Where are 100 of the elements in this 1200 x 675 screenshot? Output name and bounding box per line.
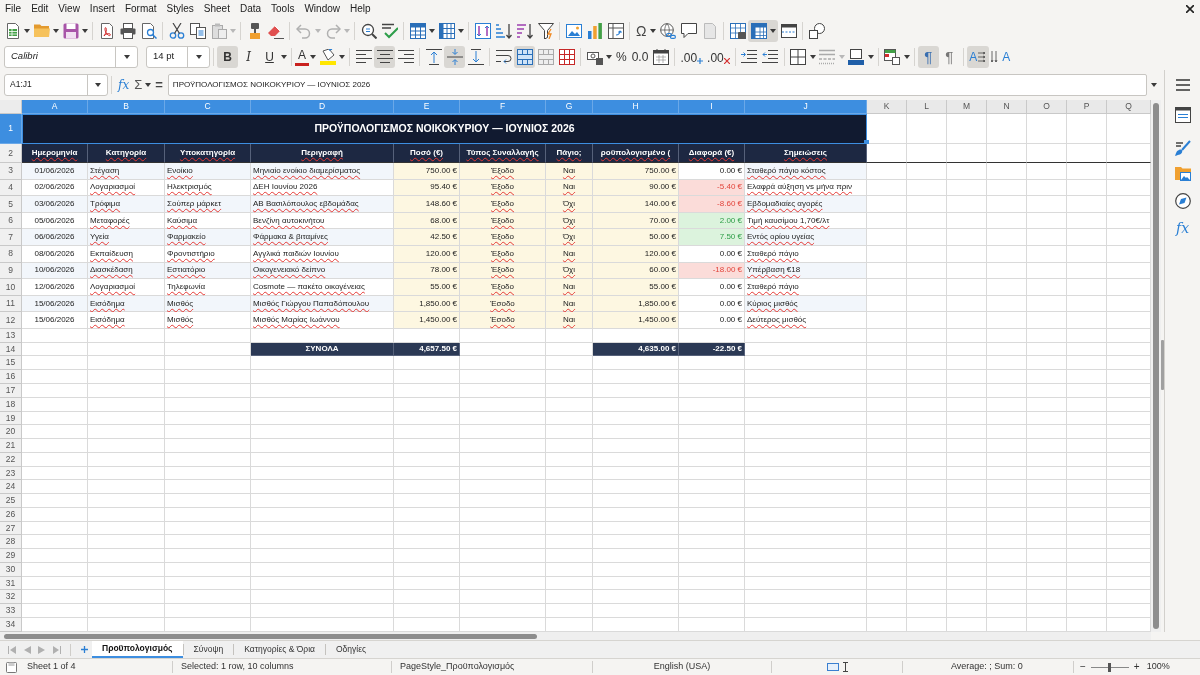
horizontal-scrollbar[interactable] bbox=[0, 632, 1151, 640]
name-box[interactable]: A1:J1 bbox=[4, 73, 108, 96]
caret-icon[interactable] bbox=[24, 28, 30, 33]
column-header[interactable]: L bbox=[907, 100, 947, 114]
table-columns-icon[interactable] bbox=[438, 22, 455, 39]
menu-item[interactable]: Sheet bbox=[203, 4, 230, 14]
caret-icon[interactable] bbox=[458, 28, 464, 33]
formula-input[interactable]: ΠΡΟΫΠΟΛΟΓΙΣΜΟΣ ΝΟΙΚΟΚΥΡΙΟΥ — ΙΟΥΝΙΟΣ 2026 bbox=[167, 73, 1147, 96]
text-cursor-icon[interactable] bbox=[842, 662, 848, 672]
menu-item[interactable]: Edit bbox=[31, 4, 49, 14]
caret-icon[interactable] bbox=[867, 54, 874, 59]
freeze-icon[interactable] bbox=[750, 22, 767, 39]
sidebar-handle[interactable] bbox=[1161, 340, 1164, 390]
row-header[interactable]: 17 bbox=[0, 384, 22, 398]
row-header[interactable]: 33 bbox=[0, 604, 22, 618]
cross-icon[interactable] bbox=[723, 57, 730, 64]
pdf-export-icon[interactable] bbox=[98, 22, 115, 39]
formula-button[interactable]: = bbox=[152, 73, 166, 96]
menu-item[interactable]: File bbox=[5, 4, 22, 14]
zoom-in-button[interactable]: + bbox=[1133, 662, 1140, 672]
caret-icon[interactable] bbox=[145, 82, 152, 87]
row-header[interactable]: 24 bbox=[0, 480, 22, 495]
row-header[interactable]: 28 bbox=[0, 535, 22, 550]
menu-item[interactable]: View bbox=[58, 4, 80, 14]
unmerge-cells-icon[interactable] bbox=[558, 48, 575, 65]
sheet-tab[interactable]: Οδηγίες bbox=[326, 641, 377, 658]
column-header[interactable]: N bbox=[987, 100, 1027, 114]
row-header[interactable]: 21 bbox=[0, 439, 22, 453]
caret-icon[interactable] bbox=[281, 54, 287, 59]
caret-icon[interactable] bbox=[809, 54, 816, 59]
scrollbar-thumb[interactable] bbox=[4, 633, 537, 639]
decrease-indent-icon[interactable] bbox=[762, 48, 779, 65]
sheet-tab[interactable]: Κατηγορίες & Όρια bbox=[234, 641, 325, 658]
border-color-icon[interactable] bbox=[848, 48, 865, 65]
new-spreadsheet-icon[interactable] bbox=[4, 22, 21, 39]
caret-icon[interactable] bbox=[429, 28, 435, 33]
menu-icon[interactable] bbox=[1175, 79, 1190, 91]
functions-button[interactable]: fx bbox=[1175, 221, 1190, 235]
menu-item[interactable]: Insert bbox=[89, 4, 115, 14]
borders-icon[interactable] bbox=[790, 48, 807, 65]
gallery-icon[interactable] bbox=[1174, 165, 1191, 181]
zoom-slider[interactable] bbox=[1090, 662, 1129, 672]
row-header[interactable]: 15 bbox=[0, 356, 22, 371]
caret-icon[interactable] bbox=[1151, 82, 1157, 87]
zoom-percent[interactable]: 100% bbox=[1146, 660, 1170, 674]
caret-icon[interactable] bbox=[606, 54, 612, 59]
caret-icon[interactable] bbox=[310, 54, 316, 59]
shapes-icon[interactable] bbox=[808, 22, 825, 39]
sheet-tab[interactable]: Προϋπολογισμός bbox=[92, 641, 183, 658]
caret-icon[interactable] bbox=[339, 54, 345, 59]
column-header[interactable]: K bbox=[867, 100, 907, 114]
comment-icon[interactable] bbox=[680, 22, 697, 39]
sum-button[interactable]: Σ bbox=[132, 73, 145, 96]
chart-icon[interactable] bbox=[586, 22, 603, 39]
row-header[interactable]: 10 bbox=[0, 279, 22, 296]
paragraph-left-to-right-button[interactable]: ¶ bbox=[917, 45, 939, 68]
row-header[interactable]: 29 bbox=[0, 549, 22, 563]
underline-button[interactable]: U bbox=[259, 45, 280, 68]
selection-mode-icon[interactable] bbox=[826, 663, 839, 671]
conditional-format-icon[interactable] bbox=[884, 48, 901, 65]
cut-icon[interactable] bbox=[168, 22, 185, 39]
row-header[interactable]: 16 bbox=[0, 370, 22, 384]
caret-icon[interactable] bbox=[82, 28, 88, 33]
caret-icon[interactable] bbox=[769, 28, 776, 33]
row-header[interactable]: 7 bbox=[0, 229, 22, 246]
menu-item[interactable]: Styles bbox=[166, 4, 194, 14]
row-header[interactable]: 2 bbox=[0, 144, 22, 163]
plus-icon[interactable] bbox=[81, 646, 88, 653]
menu-item[interactable]: Format bbox=[124, 4, 157, 14]
properties-icon[interactable] bbox=[1174, 107, 1191, 123]
row-header[interactable]: 34 bbox=[0, 618, 22, 632]
zoom-out-button[interactable]: − bbox=[1080, 662, 1086, 672]
copy-icon[interactable] bbox=[189, 22, 206, 39]
printer-icon[interactable] bbox=[119, 22, 136, 39]
number-format-button[interactable]: 0.0 bbox=[629, 45, 651, 68]
column-header[interactable]: P bbox=[1067, 100, 1107, 114]
spelling-icon[interactable] bbox=[381, 22, 398, 39]
column-header[interactable]: M bbox=[947, 100, 987, 114]
calendar-icon[interactable] bbox=[652, 48, 669, 65]
row-header[interactable]: 25 bbox=[0, 494, 22, 508]
font-name-combobox[interactable]: Calibri bbox=[4, 45, 138, 68]
column-header[interactable]: Q bbox=[1107, 100, 1151, 114]
caret-icon[interactable] bbox=[903, 54, 910, 59]
find-replace-icon[interactable] bbox=[360, 22, 377, 39]
text-top-to-bottom-button[interactable]: A bbox=[988, 45, 1013, 68]
row-header[interactable]: 12 bbox=[0, 312, 22, 329]
menu-item[interactable]: Help bbox=[350, 4, 371, 14]
print-area-icon[interactable] bbox=[729, 22, 746, 39]
italic-button[interactable]: I bbox=[238, 45, 259, 68]
add-decimal-button[interactable]: .00 bbox=[678, 45, 706, 68]
highlight-icon[interactable] bbox=[319, 48, 336, 65]
sort-ascending-icon[interactable] bbox=[495, 22, 512, 39]
sheet-tab[interactable]: Σύνοψη bbox=[183, 641, 234, 658]
special-character-button[interactable]: Ω bbox=[633, 19, 650, 42]
menu-item[interactable]: Tools bbox=[271, 4, 295, 14]
caret-icon[interactable] bbox=[94, 82, 101, 87]
caret-icon[interactable] bbox=[650, 28, 657, 33]
pivot-table-icon[interactable] bbox=[607, 22, 624, 39]
filter-icon[interactable] bbox=[537, 22, 554, 39]
row-header[interactable]: 20 bbox=[0, 425, 22, 440]
